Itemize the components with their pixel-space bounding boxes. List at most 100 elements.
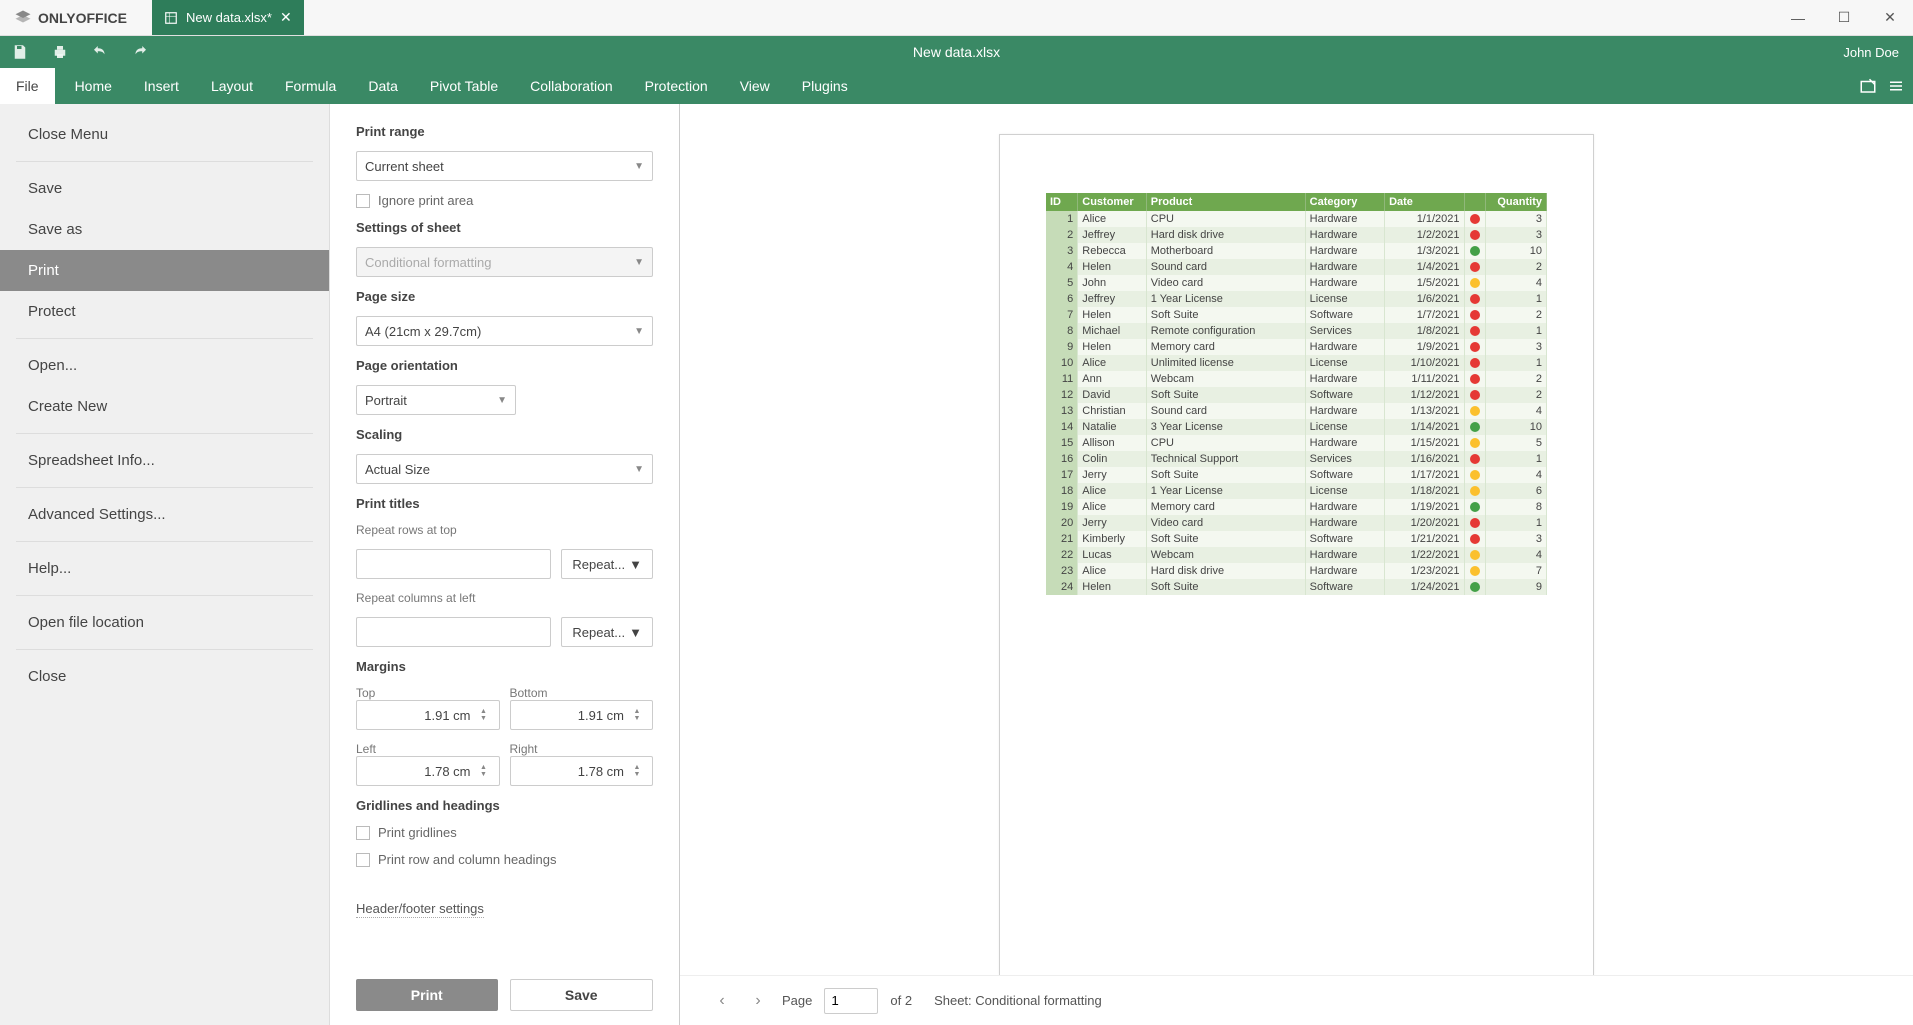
print-range-label: Print range [356,124,653,139]
file-save-as[interactable]: Save as [0,209,329,250]
margin-left-input[interactable]: 1.78 cm▲▼ [356,756,500,786]
menu-protection[interactable]: Protection [629,68,724,104]
spinner-icon[interactable]: ▲▼ [477,708,491,722]
file-help[interactable]: Help... [0,548,329,589]
file-open[interactable]: Open... [0,345,329,386]
user-name[interactable]: John Doe [1843,45,1899,60]
page-orientation-select[interactable]: Portrait▼ [356,385,516,415]
repeat-rows-label: Repeat rows at top [356,523,653,537]
spinner-icon[interactable]: ▲▼ [630,764,644,778]
quick-access-toolbar: New data.xlsx John Doe [0,36,1913,68]
menu-insert[interactable]: Insert [128,68,195,104]
data-table: IDCustomerProductCategoryDateQuantity 1A… [1046,193,1547,595]
repeat-cols-label: Repeat columns at left [356,591,653,605]
col-header: Category [1305,193,1384,211]
settings-of-sheet-select[interactable]: Conditional formatting▼ [356,247,653,277]
spinner-icon[interactable]: ▲▼ [477,764,491,778]
file-spreadsheet-info[interactable]: Spreadsheet Info... [0,440,329,481]
repeat-rows-button[interactable]: Repeat...▼ [561,549,653,579]
next-page-button[interactable]: › [746,989,770,1013]
scaling-label: Scaling [356,427,653,442]
status-dot-icon [1470,294,1480,304]
document-title: New data.xlsx [913,44,1000,60]
brand-label: ONLYOFFICE [38,10,127,26]
status-dot-icon [1470,230,1480,240]
file-advanced-settings[interactable]: Advanced Settings... [0,494,329,535]
save-icon[interactable] [10,43,30,61]
page-size-select[interactable]: A4 (21cm x 29.7cm)▼ [356,316,653,346]
status-dot-icon [1470,246,1480,256]
checkbox-icon [356,853,370,867]
menu-formula[interactable]: Formula [269,68,352,104]
redo-icon[interactable] [130,43,150,61]
scaling-select[interactable]: Actual Size▼ [356,454,653,484]
status-dot-icon [1470,326,1480,336]
margins-label: Margins [356,659,653,674]
menu-plugins[interactable]: Plugins [786,68,864,104]
file-save[interactable]: Save [0,168,329,209]
table-row: 11AnnWebcamHardware1/11/20212 [1046,371,1547,387]
status-dot-icon [1470,454,1480,464]
file-close[interactable]: Close [0,656,329,697]
status-dot-icon [1470,214,1480,224]
menu-view[interactable]: View [724,68,786,104]
print-icon[interactable] [50,43,70,61]
file-close-menu[interactable]: Close Menu [0,114,329,155]
minimize-button[interactable]: — [1775,0,1821,36]
print-button[interactable]: Print [356,979,498,1011]
menu-file[interactable]: File [0,68,55,104]
menu-pivot-table[interactable]: Pivot Table [414,68,514,104]
status-dot-icon [1470,422,1480,432]
margin-bottom-input[interactable]: 1.91 cm▲▼ [510,700,654,730]
save-button[interactable]: Save [510,979,654,1011]
table-row: 13ChristianSound cardHardware1/13/20214 [1046,403,1547,419]
undo-icon[interactable] [90,43,110,61]
menu-icon[interactable] [1887,77,1905,95]
tab-close-icon[interactable]: ✕ [280,9,292,26]
preview-body[interactable]: IDCustomerProductCategoryDateQuantity 1A… [680,104,1913,975]
col-header: Quantity [1486,193,1547,211]
chevron-down-icon: ▼ [634,326,644,337]
status-dot-icon [1470,390,1480,400]
preview-pane: IDCustomerProductCategoryDateQuantity 1A… [680,104,1913,1025]
sheet-label: Sheet: Conditional formatting [934,993,1102,1008]
status-dot-icon [1470,406,1480,416]
header-footer-settings-link[interactable]: Header/footer settings [356,901,484,918]
print-headings-checkbox[interactable]: Print row and column headings [356,852,653,867]
maximize-button[interactable]: ☐ [1821,0,1867,36]
margin-right-label: Right [510,742,654,756]
ignore-print-area-checkbox[interactable]: Ignore print area [356,193,653,208]
chevron-down-icon: ▼ [497,395,507,406]
menu-data[interactable]: Data [352,68,414,104]
margin-top-input[interactable]: 1.91 cm▲▼ [356,700,500,730]
menu-collaboration[interactable]: Collaboration [514,68,629,104]
spinner-icon[interactable]: ▲▼ [630,708,644,722]
repeat-cols-button[interactable]: Repeat...▼ [561,617,653,647]
col-header: Product [1146,193,1305,211]
open-location-icon[interactable] [1859,77,1877,95]
document-tab[interactable]: New data.xlsx* ✕ [152,0,304,35]
file-create-new[interactable]: Create New [0,386,329,427]
file-print[interactable]: Print [0,250,329,291]
page-number-input[interactable] [824,988,878,1014]
repeat-rows-input[interactable] [356,549,551,579]
repeat-cols-input[interactable] [356,617,551,647]
close-window-button[interactable]: ✕ [1867,0,1913,36]
file-open-location[interactable]: Open file location [0,602,329,643]
status-dot-icon [1470,438,1480,448]
checkbox-icon [356,826,370,840]
titlebar: ONLYOFFICE New data.xlsx* ✕ — ☐ ✕ [0,0,1913,36]
table-row: 24HelenSoft SuiteSoftware1/24/20219 [1046,579,1547,595]
preview-footer: ‹ › Page of 2 Sheet: Conditional formatt… [680,975,1913,1025]
print-gridlines-checkbox[interactable]: Print gridlines [356,825,653,840]
margin-right-input[interactable]: 1.78 cm▲▼ [510,756,654,786]
table-row: 19AliceMemory cardHardware1/19/20218 [1046,499,1547,515]
menu-layout[interactable]: Layout [195,68,269,104]
brand: ONLYOFFICE [0,0,152,35]
status-dot-icon [1470,262,1480,272]
table-row: 4HelenSound cardHardware1/4/20212 [1046,259,1547,275]
menu-home[interactable]: Home [59,68,128,104]
prev-page-button[interactable]: ‹ [710,989,734,1013]
file-protect[interactable]: Protect [0,291,329,332]
print-range-select[interactable]: Current sheet▼ [356,151,653,181]
